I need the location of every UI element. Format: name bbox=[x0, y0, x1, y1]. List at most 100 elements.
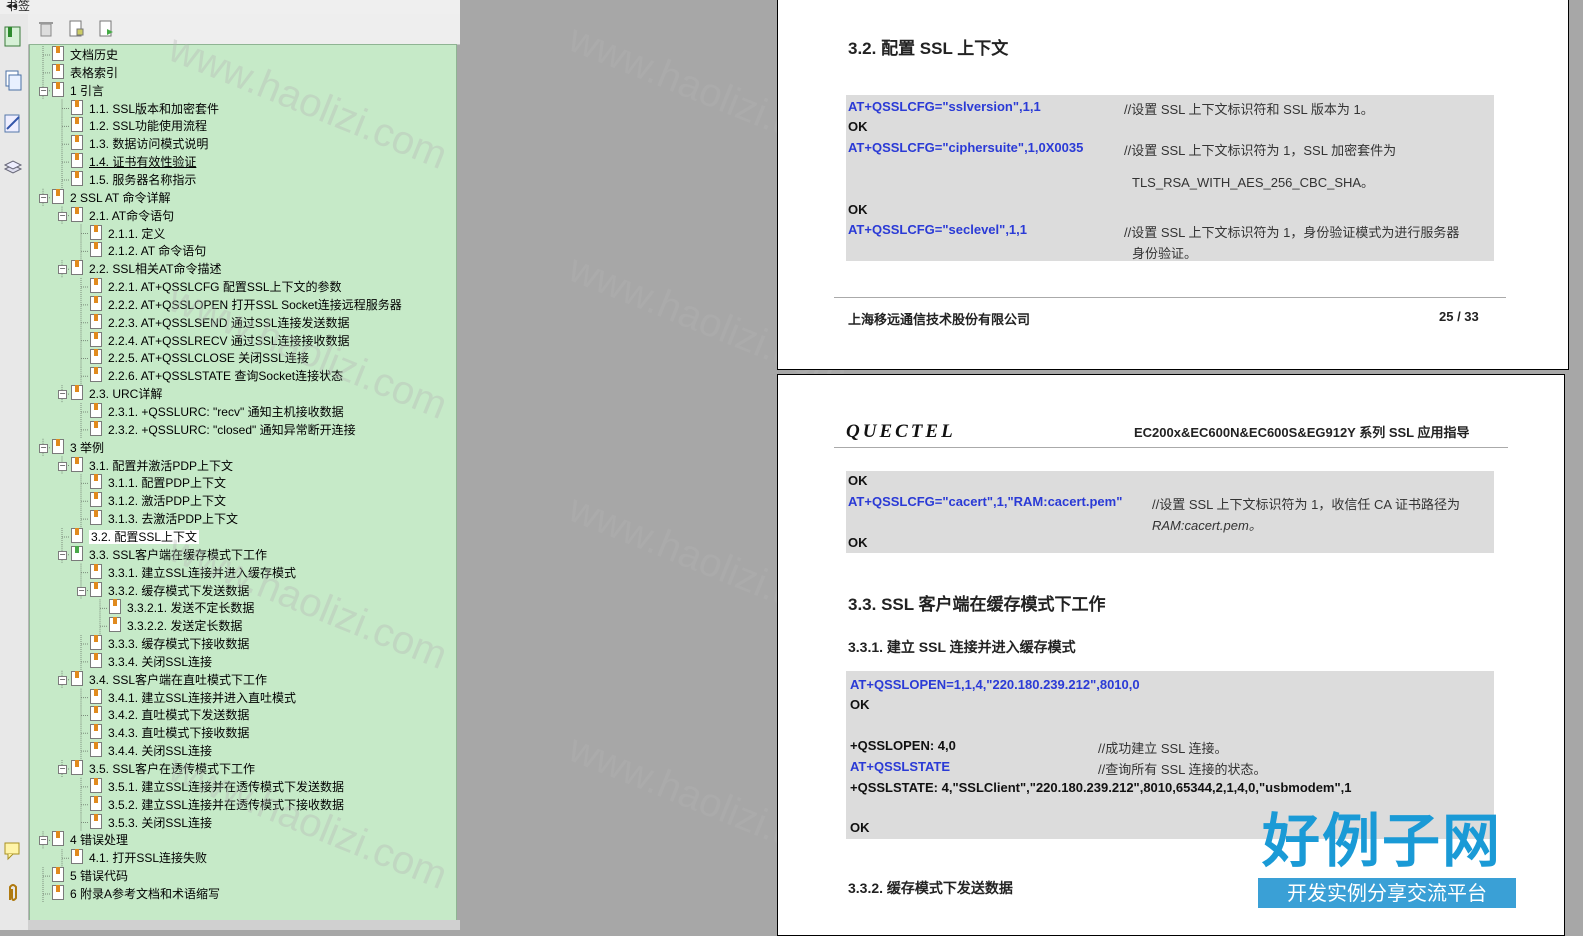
bookmark-icon bbox=[90, 635, 102, 651]
bookmark-item[interactable]: 3.1. 配置并激活PDP上下文 bbox=[71, 456, 233, 474]
pages-icon[interactable] bbox=[3, 70, 23, 92]
bookmark-label: 2.2.5. AT+QSSLCLOSE 关闭SSL连接 bbox=[108, 351, 309, 366]
collapse-toggle-icon[interactable]: − bbox=[39, 193, 48, 203]
bookmark-item[interactable]: 3.3.2.2. 发送定长数据 bbox=[109, 617, 242, 634]
bookmark-item[interactable]: 4.1. 打开SSL连接失败 bbox=[71, 849, 207, 866]
collapse-toggle-icon[interactable]: − bbox=[58, 390, 67, 400]
bookmark-item[interactable]: 3.3.1. 建立SSL连接并进入缓存模式 bbox=[90, 563, 296, 581]
bookmark-label: 3.1.3. 去激活PDP上下文 bbox=[108, 512, 239, 527]
bookmark-icon bbox=[90, 349, 102, 365]
bookmark-label: 3.4.3. 直吐模式下接收数据 bbox=[108, 726, 250, 741]
collapse-toggle-icon[interactable]: − bbox=[77, 586, 86, 596]
collapse-toggle-icon[interactable]: − bbox=[39, 443, 48, 453]
collapse-toggle-icon[interactable]: − bbox=[58, 550, 67, 560]
bookmark-icon bbox=[52, 81, 64, 97]
bookmark-label: 2.2.3. AT+QSSLSEND 通过SSL连接发送数据 bbox=[108, 315, 350, 330]
footer-company: 上海移远通信技术股份有限公司 bbox=[848, 312, 1031, 327]
bookmark-item[interactable]: 2.3.1. +QSSLURC: "recv" 通知主机接收数据 bbox=[90, 403, 344, 420]
expand-bookmark-icon[interactable] bbox=[68, 20, 84, 38]
bookmark-icon bbox=[71, 260, 83, 276]
bookmark-item[interactable]: 2 SSL AT 命令详解 bbox=[52, 188, 170, 206]
bookmark-item[interactable]: 3.3.3. 缓存模式下接收数据 bbox=[90, 635, 249, 652]
bookmark-item[interactable]: 文档历史 bbox=[52, 46, 118, 63]
bookmark-label: 4.1. 打开SSL连接失败 bbox=[89, 851, 208, 866]
new-bookmark-icon[interactable] bbox=[98, 20, 114, 38]
bookmark-item[interactable]: 3.4.4. 关闭SSL连接 bbox=[90, 742, 212, 759]
bookmark-label: 3.3.4. 关闭SSL连接 bbox=[108, 654, 213, 669]
bookmark-item[interactable]: 3.4.1. 建立SSL连接并进入直吐模式 bbox=[90, 688, 296, 706]
bookmark-item[interactable]: 5 错误代码 bbox=[52, 867, 128, 884]
bookmark-item[interactable]: 2.3. URC详解 bbox=[71, 385, 162, 402]
bookmark-item[interactable]: 2.2. SSL相关AT命令描述 bbox=[71, 260, 221, 277]
collapse-panel-icon[interactable]: ◂◂ bbox=[6, 0, 17, 13]
bookmark-item[interactable]: 2.1. AT命令语句 bbox=[71, 206, 174, 224]
bookmark-item[interactable]: 2.2.6. AT+QSSLSTATE 查询Socket连接状态 bbox=[90, 367, 343, 384]
bookmark-label: 3.3.2.1. 发送不定长数据 bbox=[127, 601, 255, 616]
command-comment: TLS_RSA_WITH_AES_256_CBC_SHA。 bbox=[1132, 175, 1375, 190]
response-ok: OK bbox=[848, 202, 868, 217]
bookmark-label: 3.2. 配置SSL上下文 bbox=[89, 529, 200, 544]
bookmark-item[interactable]: 表格索引 bbox=[52, 63, 118, 81]
collapse-toggle-icon[interactable]: − bbox=[39, 836, 48, 846]
bookmark-label: 3.5.1. 建立SSL连接并在透传模式下发送数据 bbox=[108, 779, 345, 794]
bookmark-item[interactable]: 3.4.3. 直吐模式下接收数据 bbox=[90, 724, 249, 741]
collapse-toggle-icon[interactable]: − bbox=[58, 765, 67, 774]
bookmark-item[interactable]: 3.5.2. 建立SSL连接并在透传模式下接收数据 bbox=[90, 795, 344, 813]
bookmark-item[interactable]: 2.1.1. 定义 bbox=[90, 224, 166, 242]
collapse-toggle-icon[interactable]: − bbox=[39, 86, 48, 96]
bookmark-label: 3 举例 bbox=[70, 440, 105, 455]
bookmark-item[interactable]: 2.2.3. AT+QSSLSEND 通过SSL连接发送数据 bbox=[90, 313, 350, 331]
bookmark-item[interactable]: 3.5. SSL客户在透传模式下工作 bbox=[71, 760, 255, 777]
bookmark-label: 3.3.2. 缓存模式下发送数据 bbox=[108, 583, 250, 598]
bookmark-item[interactable]: 1.5. 服务器名称指示 bbox=[71, 170, 196, 188]
bookmark-item[interactable]: 2.2.2. AT+QSSLOPEN 打开SSL Socket连接远程服务器 bbox=[90, 295, 402, 313]
bookmark-item[interactable]: 3.5.1. 建立SSL连接并在透传模式下发送数据 bbox=[90, 777, 345, 795]
bookmark-item[interactable]: 1.4. 证书有效性验证 bbox=[71, 153, 196, 170]
collapse-toggle-icon[interactable]: − bbox=[58, 461, 67, 471]
bookmark-label: 1.1. SSL版本和加密套件 bbox=[89, 101, 220, 116]
at-command: AT+QSSLSTATE bbox=[850, 759, 951, 774]
bookmark-item[interactable]: 2.2.5. AT+QSSLCLOSE 关闭SSL连接 bbox=[90, 349, 309, 366]
page-number: 25 / 33 bbox=[1439, 309, 1479, 324]
layers-icon[interactable] bbox=[3, 157, 23, 179]
at-command: AT+QSSLCFG="sslversion",1,1 bbox=[848, 99, 1041, 114]
bookmark-icon bbox=[71, 760, 83, 775]
bookmark-item[interactable]: 2.2.4. AT+QSSLRECV 通过SSL连接接收数据 bbox=[90, 331, 350, 349]
bookmark-item[interactable]: 2.1.2. AT 命令语句 bbox=[90, 242, 206, 259]
delete-bookmark-icon[interactable] bbox=[38, 20, 54, 38]
bookmark-item[interactable]: 3.3.4. 关闭SSL连接 bbox=[90, 652, 213, 670]
bookmark-item[interactable]: 1 引言 bbox=[52, 81, 104, 99]
bookmark-item[interactable]: 1.2. SSL功能使用流程 bbox=[71, 117, 207, 134]
bookmark-item[interactable]: 1.1. SSL版本和加密套件 bbox=[71, 99, 220, 117]
bookmark-item[interactable]: 3.2. 配置SSL上下文 bbox=[71, 527, 200, 545]
bookmark-item[interactable]: 4 错误处理 bbox=[52, 831, 128, 848]
bookmark-item[interactable]: 3.3.2. 缓存模式下发送数据 bbox=[90, 581, 250, 599]
bookmark-item[interactable]: 3.4. SSL客户端在直吐模式下工作 bbox=[71, 670, 268, 688]
response-ok: OK bbox=[850, 697, 870, 712]
bookmark-label: 2.2.6. AT+QSSLSTATE 查询Socket连接状态 bbox=[108, 369, 344, 384]
signatures-icon[interactable] bbox=[3, 113, 23, 135]
comments-icon[interactable] bbox=[3, 840, 23, 862]
bookmarks-icon[interactable] bbox=[3, 26, 23, 48]
bookmark-item[interactable]: 3.3. SSL客户端在缓存模式下工作 bbox=[71, 545, 267, 563]
collapse-toggle-icon[interactable]: − bbox=[58, 211, 67, 221]
bookmark-item[interactable]: 3 举例 bbox=[52, 438, 105, 456]
collapse-toggle-icon[interactable]: − bbox=[58, 675, 67, 685]
state-response: +QSSLSTATE: 4,"SSLClient","220.180.239.2… bbox=[850, 780, 1352, 795]
bookmark-item[interactable]: 3.1.3. 去激活PDP上下文 bbox=[90, 510, 238, 527]
bookmark-item[interactable]: 3.4.2. 直吐模式下发送数据 bbox=[90, 706, 249, 723]
bookmark-item[interactable]: 2.2.1. AT+QSSLCFG 配置SSL上下文的参数 bbox=[90, 278, 342, 295]
collapse-toggle-icon[interactable]: − bbox=[58, 265, 67, 275]
bookmark-item[interactable]: 1.3. 数据访问模式说明 bbox=[71, 135, 208, 152]
bookmark-item[interactable]: 3.1.2. 激活PDP上下文 bbox=[90, 492, 226, 509]
bookmark-item[interactable]: 3.3.2.1. 发送不定长数据 bbox=[109, 599, 254, 616]
bookmark-label: 1.2. SSL功能使用流程 bbox=[89, 119, 208, 134]
bookmark-item[interactable]: 3.1.1. 配置PDP上下文 bbox=[90, 474, 226, 491]
bookmark-label: 3.4. SSL客户端在直吐模式下工作 bbox=[89, 672, 268, 687]
bookmark-item[interactable]: 2.3.2. +QSSLURC: "closed" 通知异常断开连接 bbox=[90, 420, 356, 438]
bookmark-item[interactable]: 6 附录A参考文档和术语缩写 bbox=[52, 884, 220, 902]
bookmark-icon bbox=[90, 563, 102, 579]
bookmark-item[interactable]: 3.5.3. 关闭SSL连接 bbox=[90, 813, 212, 831]
attachments-icon[interactable] bbox=[3, 882, 23, 904]
bookmark-label: 2.1.1. 定义 bbox=[108, 226, 166, 241]
